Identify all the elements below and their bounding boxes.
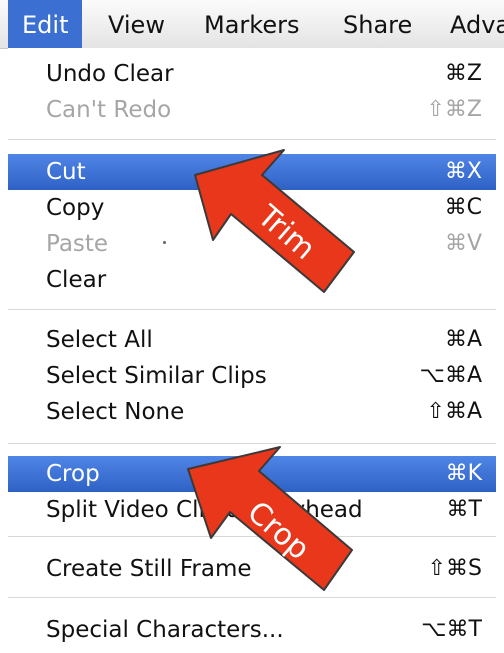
annotation-arrows: Trim Crop: [187, 149, 355, 591]
trim-arrow: Trim: [194, 149, 355, 293]
crop-arrow: Crop: [187, 446, 353, 591]
